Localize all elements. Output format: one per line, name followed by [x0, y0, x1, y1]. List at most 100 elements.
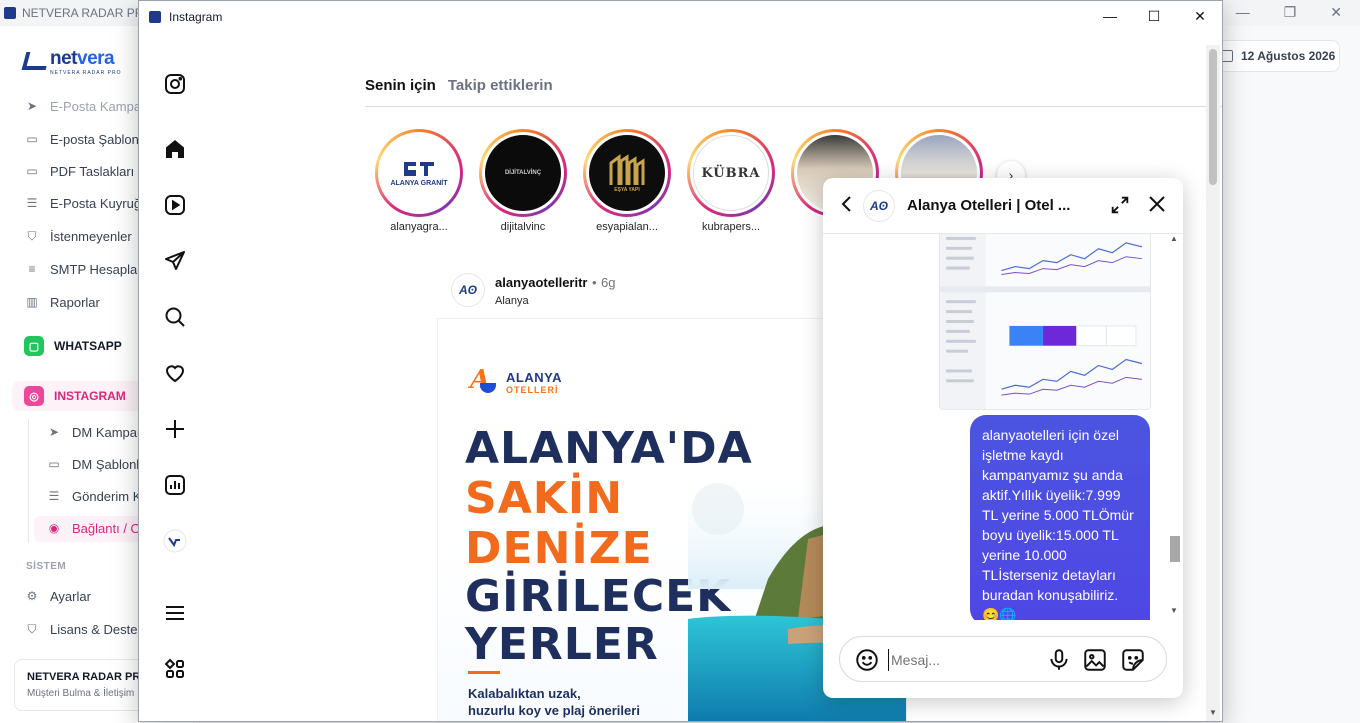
close-icon[interactable] [1145, 192, 1169, 216]
window-title: Instagram [169, 9, 223, 24]
story-item[interactable]: DİJİTALVİNÇ dijitalvinc [479, 129, 567, 233]
background-app-title: NETVERA RADAR PRO [22, 6, 153, 20]
brand-logo-icon [468, 365, 502, 395]
sidebar-item-email-queue[interactable]: ☰ E-Posta Kuyruğu [24, 195, 149, 211]
sidebar-item-unsubscribed[interactable]: ⛉ İstenmeyenler [24, 228, 131, 244]
post-headline-line: YERLER [465, 619, 659, 670]
dm-header: Aʘ Alanya Otelleri | Otel ... [823, 178, 1183, 234]
list-icon: ☰ [26, 196, 38, 210]
heart-icon[interactable] [161, 359, 189, 387]
date-display[interactable]: 12 Ağustos 2026 [1212, 40, 1340, 72]
list-icon: ☰ [48, 489, 60, 503]
emoji-icon[interactable] [854, 647, 880, 673]
dm-contact-name[interactable]: Alanya Otelleri | Otel ... [907, 197, 1070, 214]
post-avatar[interactable]: Aʘ [451, 273, 485, 307]
story-item[interactable]: ALANYA GRANİT alanyagra... [375, 129, 463, 233]
restore-icon[interactable]: ❐ [1284, 4, 1297, 21]
scrollbar-thumb[interactable] [1209, 49, 1217, 185]
post-headline-line: ALANYA'DA [465, 423, 753, 474]
accent-bar [468, 671, 500, 674]
dashboard-icon[interactable] [161, 471, 189, 499]
sticker-icon[interactable] [1120, 647, 1146, 673]
post-header: Aʘ alanyaotelleritr • 6g Alanya [451, 273, 615, 307]
home-icon[interactable] [161, 135, 189, 163]
logo-mark-icon [22, 48, 48, 70]
shared-screenshot-image[interactable] [939, 234, 1151, 410]
create-icon[interactable] [161, 415, 189, 443]
tab-for-you[interactable]: Senin için [365, 77, 436, 94]
story-item[interactable]: KÜBRA kubrapers... [687, 129, 775, 233]
post-headline-line: DENİZE [465, 523, 653, 574]
post-brand-logo: ALANYA OTELLERİ [468, 365, 562, 395]
scrollbar-thumb[interactable] [1170, 536, 1180, 562]
page-scrollbar[interactable]: ▼ [1206, 45, 1220, 721]
dm-scrollbar[interactable]: ▲ ▼ [1167, 234, 1181, 620]
sidebar-item-pdf-drafts[interactable]: ▭ PDF Taslakları [24, 163, 134, 179]
sidebar-item-settings[interactable]: ⚙ Ayarlar [24, 588, 91, 604]
scroll-down-arrow-icon[interactable]: ▼ [1209, 708, 1217, 717]
feed-tabs: Senin için Takip ettiklerin [365, 77, 553, 94]
story-username: alanyagra... [390, 221, 448, 233]
post-time: 6g [600, 274, 616, 290]
search-icon[interactable] [161, 303, 189, 331]
dm-messages: alanyaotelleri için özel işletme kaydı k… [823, 234, 1183, 620]
send-icon: ➤ [48, 425, 60, 439]
send-icon: ➤ [26, 99, 38, 113]
minimize-button[interactable]: — [1095, 5, 1125, 27]
story-avatar: ALANYA GRANİT [381, 135, 457, 211]
expand-icon[interactable] [1109, 194, 1131, 216]
sidebar-section-instagram[interactable]: ◎ INSTAGRAM [24, 386, 126, 406]
document-icon: ▭ [26, 132, 38, 146]
sidebar-item-email-templates[interactable]: ▭ E-posta Şablonları [24, 131, 157, 147]
instagram-titlebar: Instagram — ☐ ✕ [139, 1, 1222, 32]
instagram-icon: ◎ [24, 386, 44, 406]
post-headline-line: SAKİN [465, 473, 624, 524]
dm-chat-popup: Aʘ Alanya Otelleri | Otel ... alanyaotel… [823, 178, 1183, 698]
sent-message-bubble[interactable]: alanyaotelleri için özel işletme kaydı k… [970, 415, 1150, 620]
back-arrow-icon[interactable] [835, 192, 859, 216]
post-location[interactable]: Alanya [495, 295, 615, 307]
microphone-icon[interactable] [1046, 647, 1072, 673]
post-username[interactable]: alanyaotelleritr [495, 275, 588, 290]
sidebar-item-license[interactable]: ⛉ Lisans & Destek [24, 621, 143, 637]
app-icon [4, 7, 16, 19]
scroll-up-arrow-icon[interactable]: ▲ [1170, 234, 1178, 243]
sidebar-item-smtp-accounts[interactable]: ≡ SMTP Hesapları [24, 261, 145, 277]
close-button[interactable]: ✕ [1185, 5, 1215, 27]
image-icon[interactable] [1082, 647, 1108, 673]
message-input[interactable] [888, 649, 1038, 671]
minimize-icon[interactable]: — [1236, 4, 1250, 21]
instagram-logo-icon[interactable] [161, 70, 189, 98]
whatsapp-icon: ▢ [24, 336, 44, 356]
maximize-button[interactable]: ☐ [1139, 5, 1169, 27]
building-icon [609, 154, 645, 185]
story-item[interactable]: EŞYA YAPI esyapialan... [583, 129, 671, 233]
close-icon[interactable]: ✕ [1330, 4, 1342, 21]
document-icon: ▭ [26, 164, 38, 178]
tab-following[interactable]: Takip ettiklerin [448, 77, 553, 94]
sidebar-section-system: SİSTEM [26, 561, 67, 572]
story-avatar: EŞYA YAPI [589, 135, 665, 211]
story-username: kubrapers... [701, 221, 761, 233]
profile-avatar[interactable] [161, 527, 189, 555]
post-caption: Kalabalıktan uzak, huzurlu koy ve plaj ö… [468, 686, 640, 718]
app-icon [149, 10, 161, 23]
server-icon: ≡ [28, 262, 36, 276]
menu-icon[interactable] [161, 599, 189, 627]
chart-icon: ▥ [26, 295, 38, 309]
message-composer [839, 636, 1167, 682]
story-avatar: DİJİTALVİNÇ [485, 135, 561, 211]
netvera-logo: netvera NETVERA RADAR PRO [22, 48, 120, 76]
more-apps-icon[interactable] [161, 655, 189, 683]
gear-icon: ⚙ [26, 589, 38, 603]
story-username: dijitalvinc [500, 221, 546, 233]
sidebar-item-reports[interactable]: ▥ Raporlar [24, 294, 100, 310]
scroll-down-arrow-icon[interactable]: ▼ [1170, 606, 1178, 615]
sidebar-section-whatsapp[interactable]: ▢ WHATSAPP [24, 336, 122, 356]
shield-icon: ⛉ [27, 621, 37, 636]
shield-icon: ⛉ [27, 228, 37, 243]
dm-avatar[interactable]: Aʘ [863, 190, 895, 222]
story-username: esyapialan... [596, 221, 658, 233]
messages-icon[interactable] [161, 247, 189, 275]
reels-icon[interactable] [161, 191, 189, 219]
